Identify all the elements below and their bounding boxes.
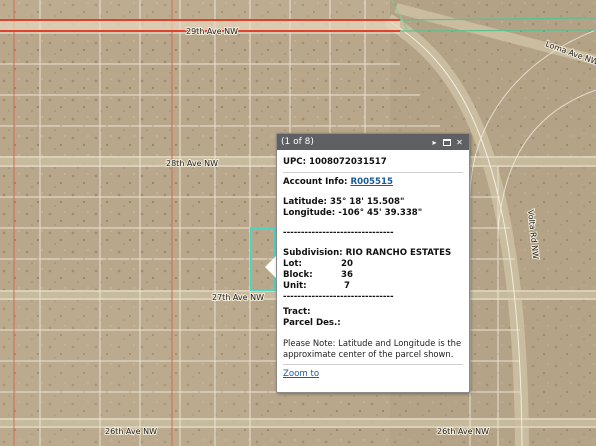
unit-row: Unit: 7 bbox=[283, 281, 463, 292]
road-label: 26th Ave NW bbox=[437, 427, 489, 436]
parcel-des-label: Parcel Des.: bbox=[283, 318, 341, 328]
latitude-label: Latitude: bbox=[283, 197, 327, 207]
parcel-info-popup: (1 of 8) ▸ ✕ UPC: 1008072031517 Account … bbox=[276, 133, 470, 393]
latitude-value: 35° 18' 15.508" bbox=[329, 197, 405, 207]
popup-header: (1 of 8) ▸ ✕ bbox=[277, 134, 469, 150]
separator-line: ------------------------------- bbox=[283, 228, 394, 238]
block-row: Block: 36 bbox=[283, 270, 463, 281]
result-count: (1 of 8) bbox=[281, 137, 314, 147]
upc-row: UPC: 1008072031517 bbox=[283, 157, 463, 168]
lot-value: 20 bbox=[341, 259, 353, 269]
tract-label: Tract: bbox=[283, 307, 311, 317]
account-row: Account Info: R005515 bbox=[283, 177, 463, 188]
next-result-icon[interactable]: ▸ bbox=[429, 137, 440, 148]
unit-label: Unit: bbox=[283, 281, 307, 291]
longitude-row: Longitude: -106° 45' 39.338" bbox=[283, 208, 463, 219]
road-label: 27th Ave NW bbox=[212, 293, 264, 302]
account-link[interactable]: R005515 bbox=[350, 177, 393, 187]
road-label: 29th Ave NW bbox=[186, 27, 238, 36]
longitude-label: Longitude: bbox=[283, 208, 336, 218]
upc-value: 1008072031517 bbox=[309, 157, 387, 167]
coordinate-note: Please Note: Latitude and Longitude is t… bbox=[283, 338, 462, 359]
road-label: 26th Ave NW bbox=[105, 427, 157, 436]
popup-body: UPC: 1008072031517 Account Info: R005515… bbox=[277, 150, 469, 380]
latitude-row: Latitude: 35° 18' 15.508" bbox=[283, 197, 463, 208]
road-label: 28th Ave NW bbox=[166, 159, 218, 168]
upc-label: UPC: bbox=[283, 157, 307, 167]
block-value: 36 bbox=[341, 270, 353, 280]
zoom-to-link[interactable]: Zoom to bbox=[283, 369, 463, 380]
divider bbox=[283, 364, 463, 365]
lot-row: Lot: 20 bbox=[283, 259, 463, 270]
divider bbox=[283, 172, 463, 173]
close-icon[interactable]: ✕ bbox=[454, 137, 465, 148]
subdivision-value: RIO RANCHO ESTATES bbox=[345, 248, 452, 258]
longitude-value: -106° 45' 39.338" bbox=[338, 208, 423, 218]
account-label: Account Info: bbox=[283, 177, 348, 187]
subdivision-row: Subdivision: RIO RANCHO ESTATES bbox=[283, 248, 463, 259]
block-label: Block: bbox=[283, 270, 313, 280]
separator-line: ------------------------------- bbox=[283, 292, 394, 302]
unit-value: 7 bbox=[344, 281, 350, 291]
subdivision-label: Subdivision: bbox=[283, 248, 343, 258]
lot-label: Lot: bbox=[283, 259, 302, 269]
maximize-icon[interactable] bbox=[443, 138, 451, 146]
